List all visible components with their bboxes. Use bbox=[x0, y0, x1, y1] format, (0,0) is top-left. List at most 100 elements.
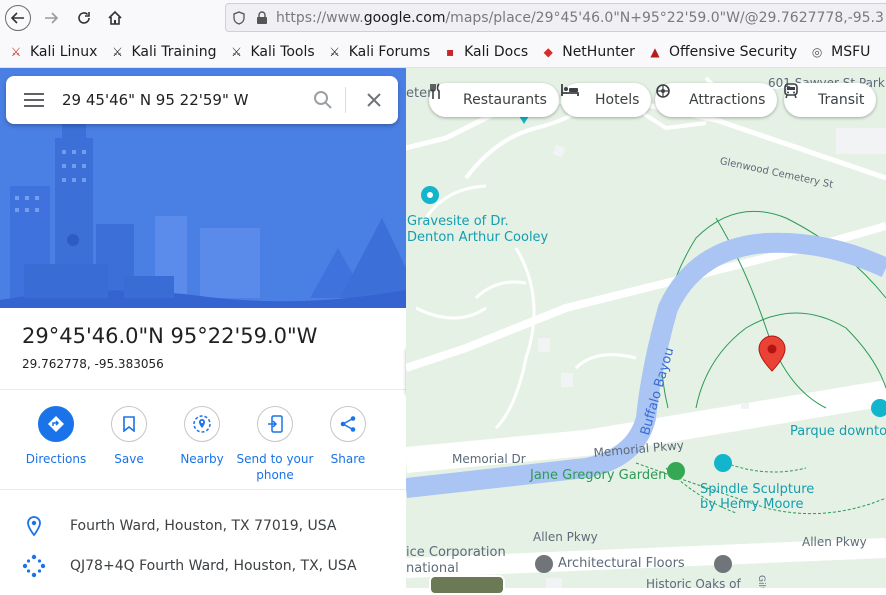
url-host: google.com bbox=[363, 9, 446, 26]
bookmark-label: Offensive Security bbox=[668, 43, 798, 60]
search-box[interactable]: 29 45'46" N 95 22'59" W bbox=[6, 76, 398, 124]
bookmark-label: Kali Training bbox=[131, 43, 217, 60]
map-label: Jane Gregory Garden bbox=[530, 468, 667, 483]
bookmark-item[interactable]: ⚔ Kali Training bbox=[109, 44, 216, 60]
bookmark-item[interactable]: ⚔ Kali Linux bbox=[8, 43, 98, 60]
nethunter-icon: ◆ bbox=[543, 44, 553, 59]
url-path: /maps/place/29°45'46.0"N+95°22'59.0"W/@2… bbox=[445, 9, 884, 26]
arrow-right-icon bbox=[45, 12, 58, 24]
search-separator bbox=[345, 87, 346, 113]
map-label: Spindle Sculpture bbox=[700, 482, 815, 497]
place-panel: 29 45'46" N 95 22'59" W 29°45'46.0"N 95°… bbox=[0, 68, 406, 588]
map-label: Allen Pkwy bbox=[802, 535, 867, 549]
map-label: Gilt bbox=[756, 575, 766, 588]
share-button[interactable]: Share bbox=[311, 406, 385, 467]
map-label: Architectural Floors bbox=[558, 556, 685, 571]
offsec-icon: ▲ bbox=[650, 44, 660, 59]
menu-icon[interactable] bbox=[6, 76, 62, 124]
reload-icon bbox=[78, 12, 90, 24]
photo-thumbnail[interactable] bbox=[429, 575, 505, 595]
action-label: Send to your phone bbox=[236, 452, 314, 482]
reload-button[interactable] bbox=[71, 5, 97, 31]
back-button[interactable] bbox=[5, 5, 31, 31]
chip-attractions[interactable]: Attractions bbox=[655, 83, 778, 117]
map-graphics bbox=[406, 68, 886, 588]
restaurant-icon bbox=[430, 83, 457, 109]
save-button[interactable]: Save bbox=[92, 406, 166, 467]
action-label: Directions bbox=[25, 452, 87, 466]
chip-restaurants[interactable]: Restaurants bbox=[429, 83, 559, 117]
bookmarks-bar: ⚔ Kali Linux ⚔ Kali Training ⚔ Kali Tools ⚔ Kal… bbox=[0, 36, 886, 68]
bookmark-label: Kali Forums bbox=[348, 43, 431, 60]
kali-dragon-icon: ⚔ bbox=[329, 44, 341, 59]
plus-code-icon bbox=[0, 553, 70, 579]
map-label: ice Corporation bbox=[406, 545, 506, 560]
address-bar[interactable]: https://www.google.com/maps/place/29°45'… bbox=[225, 3, 886, 32]
bookmark-item[interactable]: ✸Expl bbox=[882, 44, 886, 60]
pluscode-row[interactable]: QJ78+4Q Fourth Ward, Houston, TX, USA bbox=[0, 546, 406, 586]
send-to-phone-icon bbox=[257, 406, 293, 442]
chip-transit[interactable]: Transit bbox=[784, 83, 877, 117]
bookmark-label: Kali Linux bbox=[30, 43, 98, 60]
chip-label: Attractions bbox=[689, 92, 766, 108]
action-label: Share bbox=[330, 452, 366, 466]
transit-icon bbox=[784, 83, 812, 109]
map-label: Parque downtown bbox=[790, 424, 886, 439]
map-label: Historic Oaks of bbox=[646, 577, 741, 588]
chip-label: Hotels bbox=[595, 92, 640, 108]
arrow-left-icon bbox=[11, 12, 24, 24]
chip-label: Restaurants bbox=[463, 92, 547, 108]
bookmark-item[interactable]: ⚔ Kali Forums bbox=[327, 44, 430, 60]
directions-button[interactable]: Directions bbox=[19, 406, 93, 467]
bookmark-item[interactable]: ▲ Offensive Security bbox=[647, 44, 797, 60]
bookmark-label: MSFU bbox=[831, 43, 871, 60]
map-canvas[interactable]: eter 601 Sawyer St Park Glenwood Cemeter… bbox=[406, 68, 886, 588]
search-icon[interactable] bbox=[305, 76, 341, 124]
exploit-icon: ✸ bbox=[882, 44, 886, 60]
bookmark-item[interactable]: ◆ NetHunter bbox=[540, 44, 635, 60]
directions-icon bbox=[38, 406, 74, 442]
kali-dragon-icon: ⚔ bbox=[112, 44, 123, 59]
shield-icon bbox=[229, 8, 249, 28]
home-icon bbox=[108, 10, 122, 25]
chip-hotels[interactable]: Hotels bbox=[561, 83, 652, 117]
map-label: Denton Arthur Cooley bbox=[407, 230, 549, 245]
divider bbox=[0, 489, 406, 490]
send-to-phone-button[interactable]: Send to your phone bbox=[236, 406, 314, 483]
bookmark-icon bbox=[111, 406, 147, 442]
close-icon[interactable] bbox=[350, 76, 398, 124]
url-text: https://www.google.com/maps/place/29°45'… bbox=[276, 10, 884, 26]
map-label: national bbox=[406, 561, 459, 576]
kali-dragon-icon: ⚔ bbox=[231, 44, 242, 59]
page-title: 29°45'46.0"N 95°22'59.0"W bbox=[22, 324, 318, 348]
url-prefix: https://www. bbox=[276, 9, 364, 26]
divider bbox=[0, 389, 406, 390]
bookmark-item[interactable]: ⚔ Kali Tools bbox=[228, 43, 315, 60]
action-label: Save bbox=[114, 452, 144, 466]
bookmark-item[interactable]: ◎ MSFU bbox=[809, 43, 871, 60]
bookmark-item[interactable]: ▪ Kali Docs bbox=[442, 44, 528, 60]
home-button[interactable] bbox=[102, 5, 128, 31]
globe-icon: ◎ bbox=[811, 44, 823, 59]
map-label: Memorial Dr bbox=[452, 452, 526, 466]
search-input[interactable]: 29 45'46" N 95 22'59" W bbox=[62, 91, 305, 109]
coordinates-text: 29.762778, -95.383056 bbox=[22, 357, 164, 371]
action-bar: Directions Save Nearby Send to your phon… bbox=[0, 406, 406, 496]
bookmark-label: NetHunter bbox=[562, 43, 635, 60]
kali-dragon-icon: ⚔ bbox=[10, 44, 22, 59]
pluscode-text: QJ78+4Q Fourth Ward, Houston, TX, USA bbox=[70, 558, 357, 574]
action-label: Nearby bbox=[180, 452, 224, 466]
address-text: Fourth Ward, Houston, TX 77019, USA bbox=[70, 518, 337, 534]
forward-button[interactable] bbox=[38, 5, 64, 31]
nearby-icon bbox=[184, 406, 220, 442]
bookmark-label: Kali Tools bbox=[250, 43, 315, 60]
docs-icon: ▪ bbox=[446, 44, 455, 59]
address-row[interactable]: Fourth Ward, Houston, TX 77019, USA bbox=[0, 506, 406, 546]
share-icon bbox=[330, 406, 366, 442]
map-label: Gravesite of Dr. bbox=[407, 214, 509, 229]
nearby-button[interactable]: Nearby bbox=[165, 406, 239, 467]
browser-toolbar: https://www.google.com/maps/place/29°45'… bbox=[0, 0, 886, 36]
hotel-icon bbox=[561, 84, 589, 109]
map-label: Allen Pkwy bbox=[533, 530, 598, 544]
map-label: by Henry Moore bbox=[700, 497, 804, 512]
